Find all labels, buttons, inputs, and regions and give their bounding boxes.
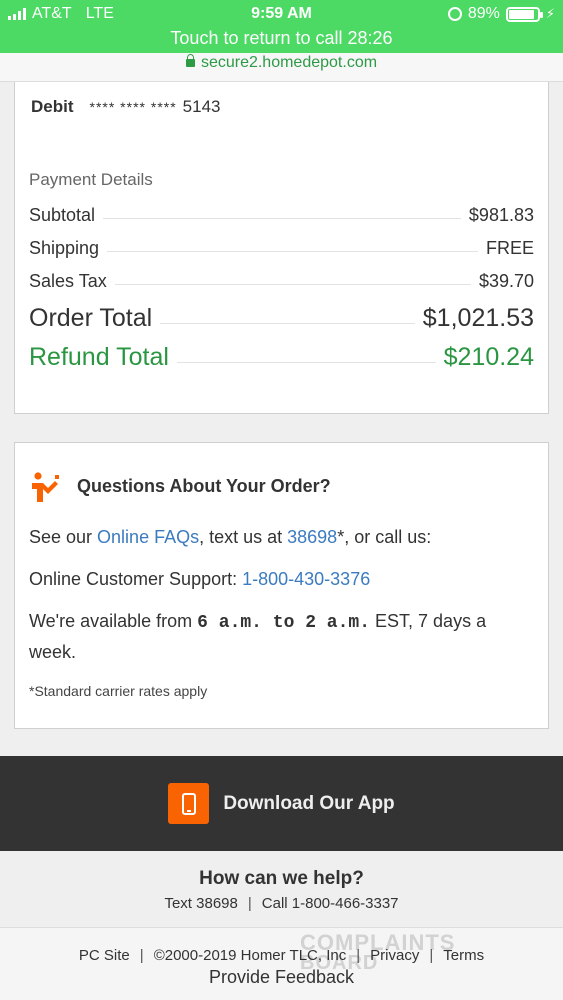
call-us-link[interactable]: Call 1-800-466-3337 [262, 895, 399, 912]
support-label: Online Customer Support: [29, 569, 243, 589]
faq-mid: , text us at [199, 527, 288, 547]
mobile-phone-icon [168, 783, 210, 824]
text-us-link[interactable]: Text 38698 [164, 895, 237, 912]
order-total-label: Order Total [29, 304, 153, 332]
shipping-line: Shipping FREE [29, 238, 534, 259]
leader-line [103, 218, 461, 219]
hours-line: We're available from 6 a.m. to 2 a.m. ES… [29, 607, 534, 667]
line-label: Shipping [29, 238, 100, 258]
leader-line [176, 362, 436, 363]
site-footer: COMPLAINTS BOARD PC Site | ©2000-2019 Home… [0, 927, 563, 1000]
hours-start: 6 a.m. [197, 613, 262, 633]
battery-fill [508, 9, 534, 19]
questions-card: Questions About Your Order? See our Onli… [14, 442, 549, 729]
hours-to: to [261, 613, 306, 633]
sales-tax-line: Sales Tax $39.70 [29, 271, 534, 292]
questions-header: Questions About Your Order? [29, 469, 331, 503]
line-label: Subtotal [29, 205, 96, 225]
hours-end: 2 a.m. [305, 613, 371, 633]
faq-suffix: *, or call us: [337, 527, 432, 547]
online-faqs-link[interactable]: Online FAQs [97, 527, 199, 547]
battery-percent: 89% [467, 5, 500, 22]
pc-site-link[interactable]: PC Site [79, 947, 130, 964]
support-line: Online Customer Support: 1-800-430-3376 [29, 565, 534, 594]
customer-service-icon [32, 472, 59, 502]
leader-line [160, 323, 415, 324]
provide-feedback-link[interactable]: Provide Feedback [0, 967, 563, 988]
terms-link[interactable]: Terms [443, 947, 484, 964]
payment-card: Debit **** **** **** 5143 Payment Detail… [14, 82, 549, 414]
separator: | [356, 947, 361, 964]
faq-line: See our Online FAQs, text us at 38698*, … [29, 523, 534, 552]
refund-total-label: Refund Total [29, 343, 169, 371]
order-total-line: Order Total $1,021.53 [29, 304, 534, 333]
help-contacts: Text 38698 | Call 1-800-466-3337 [0, 895, 563, 912]
masked-card-number: **** **** **** [89, 99, 177, 115]
leader-line [114, 284, 471, 285]
payment-details-title: Payment Details [29, 170, 153, 189]
support-phone-link[interactable]: 1-800-430-3376 [242, 569, 370, 589]
status-bar: AT&T LTE 9:59 AM 89% ⚡ [0, 0, 563, 28]
faq-prefix: See our [29, 527, 98, 547]
leader-line [107, 251, 478, 252]
line-value: $981.83 [468, 205, 534, 225]
hours-prefix: We're available from [29, 611, 198, 631]
line-value: $39.70 [478, 271, 534, 291]
help-section: How can we help? Text 38698 | Call 1-800-4… [0, 851, 563, 927]
battery-icon [505, 6, 543, 22]
separator: | [247, 895, 252, 912]
call-status-bar[interactable]: AT&T LTE 9:59 AM 89% ⚡ Touch to return t… [0, 0, 563, 82]
refund-total-value: $210.24 [443, 343, 534, 371]
help-title: How can we help? [199, 868, 364, 889]
copyright-text: ©2000-2019 Homer TLC, Inc [153, 947, 347, 964]
url-bar[interactable]: secure2.homedepot.com [0, 53, 563, 82]
card-last4: 5143 [182, 97, 221, 116]
line-label: Sales Tax [29, 271, 107, 291]
charging-icon: ⚡ [545, 6, 555, 21]
rotation-lock-icon [447, 7, 462, 21]
subtotal-line: Subtotal $981.83 [29, 205, 534, 226]
footer-links: PC Site | ©2000-2019 Homer TLC, Inc | Privac… [0, 947, 563, 964]
payment-method: Debit **** **** **** 5143 [31, 97, 221, 117]
status-right: 89% ⚡ [447, 5, 555, 23]
carrier-rates-note: *Standard carrier rates apply [29, 683, 208, 699]
order-total-value: $1,021.53 [422, 304, 534, 332]
lock-icon [185, 54, 195, 67]
download-app-banner[interactable]: Download Our App [0, 756, 563, 851]
separator: | [139, 947, 144, 964]
line-value: FREE [485, 238, 534, 258]
privacy-link[interactable]: Privacy [370, 947, 419, 964]
payment-method-label: Debit [31, 97, 74, 116]
separator: | [429, 947, 434, 964]
text-number-link[interactable]: 38698 [287, 527, 337, 547]
download-app-label: Download Our App [223, 792, 395, 814]
return-to-call-banner[interactable]: Touch to return to call 28:26 [0, 28, 563, 49]
url-text: secure2.homedepot.com [200, 54, 378, 71]
questions-title: Questions About Your Order? [77, 475, 331, 496]
refund-total-line: Refund Total $210.24 [29, 343, 534, 372]
